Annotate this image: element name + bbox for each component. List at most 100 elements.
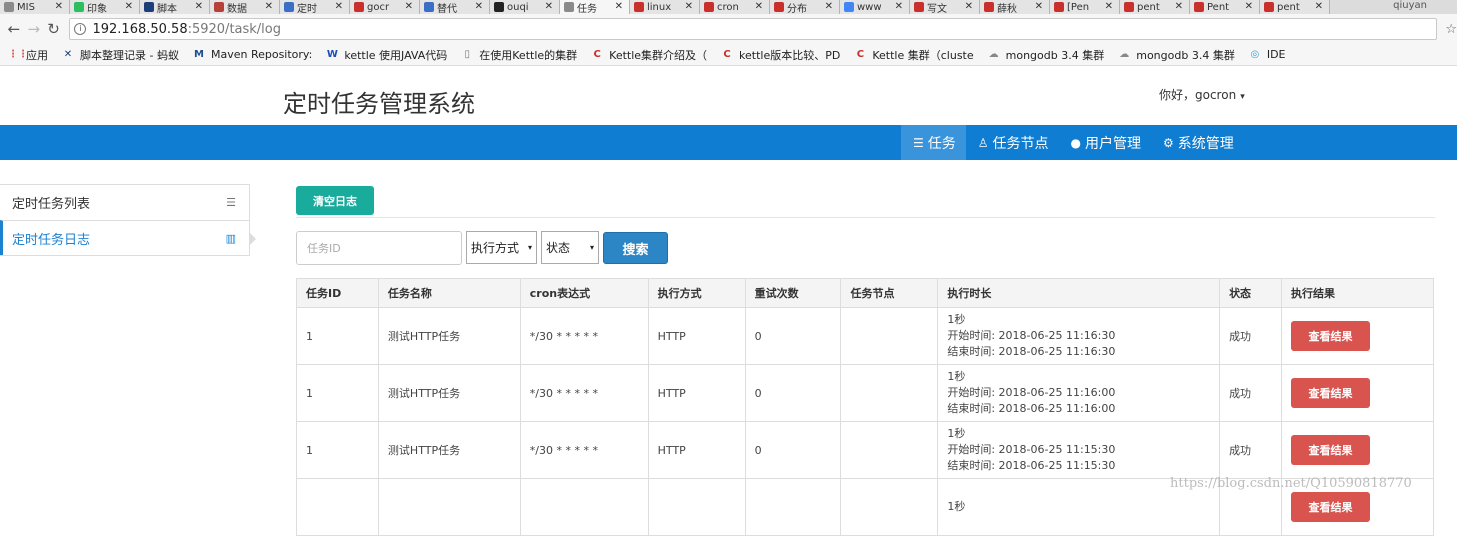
column-header: 任务ID (296, 278, 379, 308)
reload-icon[interactable]: ↻ (44, 20, 64, 38)
exec-mode-select[interactable]: 执行方式 ▾ (466, 231, 537, 264)
browser-tab[interactable]: 分布 ✕ (770, 0, 840, 14)
view-result-button[interactable]: 查看结果 (1291, 321, 1370, 351)
close-icon[interactable]: ✕ (615, 0, 623, 14)
cell-node (840, 364, 939, 422)
bookmark-item[interactable]: ☁ mongodb 3.4 集群 (988, 47, 1105, 63)
close-icon[interactable]: ✕ (965, 0, 973, 14)
document-icon (4, 2, 14, 12)
bookmark-item[interactable]: M Maven Repository: (193, 48, 312, 61)
clear-log-button[interactable]: 清空日志 (296, 186, 374, 215)
close-icon[interactable]: ✕ (1105, 0, 1113, 14)
bookmark-item[interactable]: ◎ IDE (1249, 48, 1285, 61)
browser-tab[interactable]: 替代 ✕ (420, 0, 490, 14)
bookmark-item[interactable]: C Kettle 集群（cluste (854, 47, 974, 63)
browser-tab[interactable]: MIS ✕ (0, 0, 70, 14)
forward-icon[interactable]: → (24, 20, 44, 38)
cell-id (296, 478, 379, 536)
nav-item-label: 用户管理 (1085, 135, 1142, 152)
status-select[interactable]: 状态 ▾ (541, 231, 599, 264)
cell-mode (647, 478, 746, 536)
cell-cron (519, 478, 649, 536)
browser-tab[interactable]: 薛秋 ✕ (980, 0, 1050, 14)
close-icon[interactable]: ✕ (405, 0, 413, 14)
bookmark-item[interactable]: ☁ mongodb 3.4 集群 (1118, 47, 1235, 63)
close-icon[interactable]: ✕ (755, 0, 763, 14)
close-icon[interactable]: ✕ (825, 0, 833, 14)
bookmark-item[interactable]: Wkettle 使用JAVA代码 (326, 47, 447, 63)
browser-tab[interactable]: pent ✕ (1120, 0, 1190, 14)
close-icon[interactable]: ✕ (895, 0, 903, 14)
bookmark-star-icon[interactable]: ☆ (1445, 22, 1457, 37)
close-icon[interactable]: ✕ (195, 0, 203, 14)
browser-tab[interactable]: [Pen ✕ (1050, 0, 1120, 14)
close-icon[interactable]: ✕ (685, 0, 693, 14)
browser-tab-title: 印象 (87, 3, 107, 15)
bookmark-label: 应用 (26, 48, 48, 62)
address-bar[interactable]: i 192.168.50.58:5920/task/log (69, 18, 1438, 40)
browser-tab[interactable]: www ✕ (840, 0, 910, 14)
close-icon[interactable]: ✕ (475, 0, 483, 14)
browser-tab[interactable]: 脚本 ✕ (140, 0, 210, 14)
cell-cron: */30 * * * * * (519, 364, 649, 422)
cell-retry: 0 (744, 307, 842, 365)
browser-tab[interactable]: 写文 ✕ (910, 0, 980, 14)
back-icon[interactable]: ← (4, 20, 24, 38)
browser-profile-name[interactable]: qiuyan (1393, 0, 1427, 12)
browser-tab[interactable]: pent ✕ (1260, 0, 1330, 14)
cell-retry (744, 478, 842, 536)
cell-name: 测试HTTP任务 (377, 307, 521, 365)
task-id-input[interactable] (296, 231, 462, 265)
csdn-icon: C (856, 48, 865, 60)
cell-cron: */30 * * * * * (519, 307, 649, 365)
x-logo-icon (144, 2, 154, 12)
view-result-button[interactable]: 查看结果 (1291, 378, 1370, 408)
browser-tab[interactable]: 数据 ✕ (210, 0, 280, 14)
bookmark-label: mongodb 3.4 集群 (1136, 48, 1235, 62)
table-row: 1 测试HTTP任务 */30 * * * * * HTTP 0 1秒 开始时间: 2018… (296, 421, 1434, 479)
csdn-icon: C (723, 48, 731, 60)
browser-tab[interactable]: gocr ✕ (350, 0, 420, 14)
column-header: 执行方式 (647, 278, 746, 308)
browser-tab[interactable]: cron ✕ (700, 0, 770, 14)
close-icon[interactable]: ✕ (1035, 0, 1043, 14)
close-icon[interactable]: ✕ (125, 0, 133, 14)
close-icon[interactable]: ✕ (545, 0, 553, 14)
browser-tab[interactable]: 任务 ✕ (560, 0, 630, 14)
close-icon[interactable]: ✕ (55, 0, 63, 14)
search-button[interactable]: 搜索 (603, 232, 668, 264)
close-icon[interactable]: ✕ (1245, 0, 1253, 14)
bookmark-item[interactable]: C Kettle集群介绍及（ (591, 47, 707, 63)
caret-down-icon: ▾ (589, 243, 594, 252)
nav-item-user[interactable]: ● 用户管理 (1059, 125, 1151, 160)
cell-duration: 1秒 开始时间: 2018-06-25 11:15:30 结束时间: 2018-06… (937, 421, 1221, 479)
browser-tab[interactable]: Pent ✕ (1190, 0, 1260, 14)
browser-tab[interactable]: ouqi ✕ (490, 0, 560, 14)
nav-item-list[interactable]: ☰ 任务 (901, 125, 966, 160)
cell-id: 1 (296, 364, 379, 422)
view-result-button[interactable]: 查看结果 (1291, 435, 1370, 465)
close-icon[interactable]: ✕ (1315, 0, 1323, 14)
sidebar-item[interactable]: 定时任务列表 ☰ (0, 185, 249, 220)
close-icon[interactable]: ✕ (265, 0, 273, 14)
bookmark-item[interactable]: ✕ 脚本整理记录 - 蚂蚁 (62, 47, 179, 63)
sidebar-item[interactable]: 定时任务日志 ▥ (0, 220, 256, 255)
bookmark-item[interactable]: ▯ 在使用Kettle的集群 (461, 47, 578, 63)
bookmark-item[interactable]: Ckettle版本比较、PD (721, 47, 840, 63)
browser-tab-title: pent (1277, 1, 1300, 13)
cell-name: 测试HTTP任务 (377, 421, 521, 479)
close-icon[interactable]: ✕ (335, 0, 343, 14)
info-icon[interactable]: i (74, 23, 87, 35)
nav-item-node[interactable]: ♙ 任务节点 (966, 125, 1059, 160)
user-menu[interactable]: 你好，gocron ▾ (1159, 86, 1245, 103)
browser-tab[interactable]: linux ✕ (630, 0, 700, 14)
exec-mode-value: 执行方式 (471, 241, 520, 255)
view-result-button[interactable]: 查看结果 (1291, 492, 1370, 522)
browser-tab[interactable]: 定时 ✕ (280, 0, 350, 14)
nav-item-gear[interactable]: ⚙ 系统管理 (1151, 125, 1244, 160)
bookmark-item[interactable]: ⋮⋮ 应用 (8, 47, 48, 63)
browser-tab-title: www (857, 1, 882, 13)
browser-tab[interactable]: 印象 ✕ (70, 0, 140, 14)
close-icon[interactable]: ✕ (1175, 0, 1183, 14)
table-row: 1 测试HTTP任务 */30 * * * * * HTTP 0 1秒 开始时间: 2018… (296, 307, 1434, 365)
